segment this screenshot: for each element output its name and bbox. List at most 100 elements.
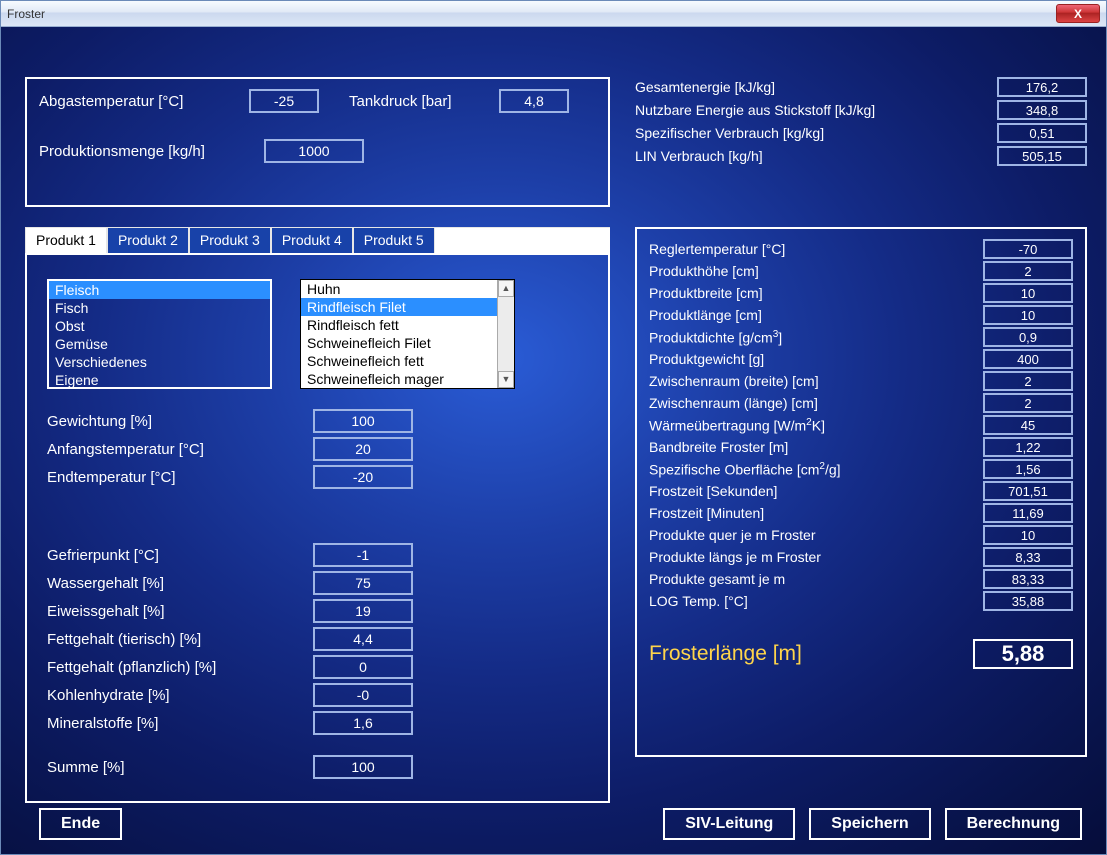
exhaust-temp-input[interactable]: [249, 89, 319, 113]
category-listbox[interactable]: FleischFischObstGemüseVerschiedenesEigen…: [47, 279, 272, 389]
save-button[interactable]: Speichern: [809, 808, 930, 840]
regler-output[interactable]: [983, 415, 1073, 435]
prodparam-input[interactable]: [313, 409, 413, 433]
production-qty-label: Produktionsmenge [kg/h]: [39, 143, 264, 160]
prodparam-label: Anfangstemperatur [°C]: [47, 441, 313, 458]
sum-label: Summe [%]: [47, 759, 313, 776]
scroll-down-button[interactable]: ▼: [498, 371, 514, 388]
composition-input[interactable]: [313, 627, 413, 651]
composition-input[interactable]: [313, 571, 413, 595]
composition-row: Fettgehalt (pflanzlich) [%]: [47, 655, 588, 679]
scroll-up-button[interactable]: ▲: [498, 280, 514, 297]
regler-row: Produkte quer je m Froster: [649, 525, 1073, 545]
energy-output: [997, 123, 1087, 143]
tab-produkt-2[interactable]: Produkt 2: [107, 227, 189, 253]
regler-label: Frostzeit [Sekunden]: [649, 483, 983, 499]
subitem[interactable]: Schweinefleich mager: [301, 370, 514, 388]
energy-label: Gesamtenergie [kJ/kg]: [635, 79, 997, 95]
window-title: Froster: [7, 7, 45, 21]
composition-row: Kohlenhydrate [%]: [47, 683, 588, 707]
sum-output: [313, 755, 413, 779]
regler-output[interactable]: [983, 569, 1073, 589]
regler-output[interactable]: [983, 349, 1073, 369]
froster-length-output: [973, 639, 1073, 669]
regler-label: Produkthöhe [cm]: [649, 263, 983, 279]
composition-input[interactable]: [313, 599, 413, 623]
regler-output[interactable]: [983, 327, 1073, 347]
titlebar: Froster X: [1, 1, 1106, 27]
regler-output[interactable]: [983, 305, 1073, 325]
client-area: Abgastemperatur [°C] Tankdruck [bar] Pro…: [1, 27, 1106, 854]
energy-output: [997, 146, 1087, 166]
tab-produkt-1[interactable]: Produkt 1: [25, 227, 107, 253]
tank-pressure-input[interactable]: [499, 89, 569, 113]
tab-produkt-5[interactable]: Produkt 5: [353, 227, 435, 253]
regler-label: Zwischenraum (breite) [cm]: [649, 373, 983, 389]
regler-output[interactable]: [983, 437, 1073, 457]
siv-button[interactable]: SIV-Leitung: [663, 808, 795, 840]
category-item[interactable]: Obst: [49, 317, 270, 335]
tab-produkt-4[interactable]: Produkt 4: [271, 227, 353, 253]
subitem[interactable]: Schweinefleich fett: [301, 352, 514, 370]
regler-row: Produkte gesamt je m: [649, 569, 1073, 589]
regler-output[interactable]: [983, 481, 1073, 501]
regler-label: LOG Temp. [°C]: [649, 593, 983, 609]
regler-output[interactable]: [983, 371, 1073, 391]
regler-label: Produktlänge [cm]: [649, 307, 983, 323]
regler-output[interactable]: [983, 283, 1073, 303]
regler-row: Wärmeübertragung [W/m2K]: [649, 415, 1073, 435]
category-item[interactable]: Verschiedenes: [49, 353, 270, 371]
category-item[interactable]: Eigene: [49, 371, 270, 389]
regler-output[interactable]: [983, 591, 1073, 611]
product-tabpanel: FleischFischObstGemüseVerschiedenesEigen…: [25, 253, 610, 803]
subitem[interactable]: Schweinefleich Filet: [301, 334, 514, 352]
regler-label: Wärmeübertragung [W/m2K]: [649, 417, 983, 434]
regler-output[interactable]: [983, 525, 1073, 545]
result-row: Frosterlänge [m]: [649, 639, 1073, 669]
regler-row: Produktgewicht [g]: [649, 349, 1073, 369]
subitem[interactable]: Rindfleisch fett: [301, 316, 514, 334]
regler-output[interactable]: [983, 261, 1073, 281]
category-item[interactable]: Gemüse: [49, 335, 270, 353]
calc-button[interactable]: Berechnung: [945, 808, 1082, 840]
regler-output[interactable]: [983, 547, 1073, 567]
prodparam-input[interactable]: [313, 437, 413, 461]
subitem-listbox[interactable]: HuhnRindfleisch FiletRindfleisch fettSch…: [300, 279, 515, 389]
composition-label: Wassergehalt [%]: [47, 575, 313, 592]
ende-button[interactable]: Ende: [39, 808, 122, 840]
category-item[interactable]: Fleisch: [49, 281, 270, 299]
composition-label: Eiweissgehalt [%]: [47, 603, 313, 620]
regler-output[interactable]: [983, 459, 1073, 479]
tab-produkt-3[interactable]: Produkt 3: [189, 227, 271, 253]
prodparam-input[interactable]: [313, 465, 413, 489]
sum-row: Summe [%]: [47, 755, 588, 779]
regler-output[interactable]: [983, 503, 1073, 523]
prodparam-label: Gewichtung [%]: [47, 413, 313, 430]
prodparam-row: Anfangstemperatur [°C]: [47, 437, 588, 461]
subitem[interactable]: Rindfleisch Filet: [301, 298, 514, 316]
prodparam-label: Endtemperatur [°C]: [47, 469, 313, 486]
prodparam-row: Endtemperatur [°C]: [47, 465, 588, 489]
prodparam-row: Gewichtung [%]: [47, 409, 588, 433]
composition-input[interactable]: [313, 543, 413, 567]
regler-row: Produktdichte [g/cm3]: [649, 327, 1073, 347]
composition-params: Gefrierpunkt [°C]Wassergehalt [%]Eiweiss…: [47, 543, 588, 735]
energy-output: [997, 100, 1087, 120]
energy-output: [997, 77, 1087, 97]
category-item[interactable]: Fisch: [49, 299, 270, 317]
close-button[interactable]: X: [1056, 4, 1100, 23]
energy-label: Spezifischer Verbrauch [kg/kg]: [635, 125, 997, 141]
tank-pressure-label: Tankdruck [bar]: [349, 93, 499, 110]
regler-output[interactable]: [983, 393, 1073, 413]
subitem[interactable]: Huhn: [301, 280, 514, 298]
production-qty-input[interactable]: [264, 139, 364, 163]
composition-label: Fettgehalt (tierisch) [%]: [47, 631, 313, 648]
composition-input[interactable]: [313, 711, 413, 735]
regler-output[interactable]: [983, 239, 1073, 259]
energy-row: LIN Verbrauch [kg/h]: [635, 146, 1087, 166]
regler-label: Bandbreite Froster [m]: [649, 439, 983, 455]
regler-row: Produkthöhe [cm]: [649, 261, 1073, 281]
composition-input[interactable]: [313, 683, 413, 707]
scrollbar[interactable]: ▲ ▼: [497, 280, 514, 388]
composition-input[interactable]: [313, 655, 413, 679]
